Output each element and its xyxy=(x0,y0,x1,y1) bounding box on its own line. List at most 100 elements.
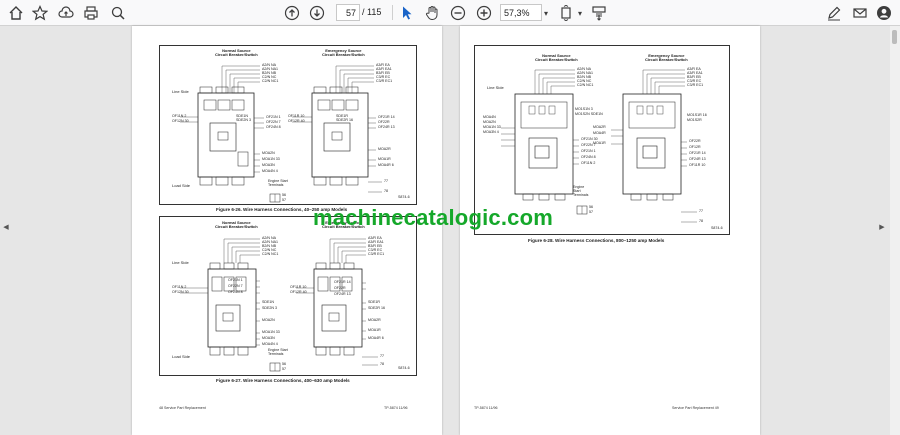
engine-start-terminals-label: Engine Start Terminals xyxy=(573,185,589,197)
page-footer-right: TP-5874 11/96 xyxy=(384,406,408,410)
wire-label: OF24R 13 xyxy=(378,125,395,129)
wire-label: OF24R 13 xyxy=(689,157,706,161)
wire-label: SDE2N 3 xyxy=(236,118,251,122)
wire-label: MOA2N xyxy=(262,151,275,155)
engine-start-terminals-label: Engine Start Terminals xyxy=(268,179,288,187)
page-total: / 115 xyxy=(362,7,382,17)
wire-label: OF11R 10 xyxy=(689,163,706,167)
wire-label: OF24N 8 xyxy=(266,125,281,129)
wire-label: MOA1R xyxy=(593,141,606,145)
upload-cloud-icon[interactable] xyxy=(56,3,76,23)
wire-label: MOA3N xyxy=(262,163,275,167)
wire-label: MOA1N 33 xyxy=(262,330,280,334)
wire-label: MOA1R xyxy=(378,157,391,161)
wire-label: MOA2N xyxy=(262,318,275,322)
wire-label: OF21R 14 xyxy=(689,151,706,155)
wire-label: C2/N NC1 xyxy=(577,83,594,87)
wire-label: SDE1N xyxy=(262,300,274,304)
zoom-dropdown-chevron-icon[interactable]: ▾ xyxy=(541,3,551,23)
zoom-out-icon[interactable] xyxy=(448,3,468,23)
wire-label: C3/R EC1 xyxy=(687,83,704,87)
terminal-number: 57 xyxy=(282,198,286,202)
line-side-label: Line Side xyxy=(487,85,504,90)
wire-label: C3/R EC1 xyxy=(368,252,385,256)
wire-label: MOA4N 4 xyxy=(262,169,278,173)
scrollbar-thumb[interactable] xyxy=(892,30,897,44)
wire-label: SDE2R 16 xyxy=(368,306,385,310)
figure-6-27-diagram: Normal Source Circuit Breaker/Switch Eme… xyxy=(159,216,417,376)
engine-start-terminals-label: Engine Start Terminals xyxy=(268,348,288,356)
wire-label: MOA1R xyxy=(368,328,381,332)
load-side-label: Load Side xyxy=(172,183,191,188)
vertical-scrollbar[interactable] xyxy=(890,26,900,435)
terminal-number: 77 xyxy=(384,179,388,183)
sign-pen-icon[interactable] xyxy=(824,3,844,23)
search-zoom-icon[interactable] xyxy=(108,3,128,23)
page-footer-left: 48 Service Part Replacement xyxy=(159,406,206,410)
load-side-label: Load Side xyxy=(172,354,191,359)
wire-label: MOA1N 33 xyxy=(262,157,280,161)
select-cursor-icon[interactable] xyxy=(397,3,417,23)
wire-label: MOA2R xyxy=(368,318,381,322)
fit-page-icon[interactable] xyxy=(556,3,576,23)
page-down-icon[interactable] xyxy=(307,3,327,23)
email-icon[interactable] xyxy=(850,3,870,23)
figure-code: S874-6 xyxy=(711,226,723,230)
wire-label: SDE2R 16 xyxy=(336,118,353,122)
wire-label: MOA2R xyxy=(593,125,606,129)
hand-tool-icon[interactable] xyxy=(422,3,442,23)
wire-label: MOA4N 4 xyxy=(262,342,278,346)
print-icon[interactable] xyxy=(81,3,101,23)
normal-source-title: Normal Source Circuit Breaker/Switch xyxy=(215,220,258,230)
wire-label: OF22N 7 xyxy=(228,284,243,288)
bookmark-star-icon[interactable] xyxy=(30,3,50,23)
zoom-in-icon[interactable] xyxy=(474,3,494,23)
wire-label: C2/N NC1 xyxy=(262,79,279,83)
wire-label: MOA3N 4 xyxy=(483,130,499,134)
normal-source-title: Normal Source Circuit Breaker/Switch xyxy=(535,53,578,63)
page-number-input[interactable]: 57 xyxy=(336,4,360,21)
wire-label: MO1S2N SDE1N xyxy=(575,112,603,116)
terminal-number: 57 xyxy=(282,367,286,371)
zoom-level-input[interactable]: 57,3% xyxy=(500,4,542,21)
emergency-source-title: Emergency Source Circuit Breaker/Switch xyxy=(645,53,688,63)
wire-label: MOA4R 6 xyxy=(378,163,394,167)
wire-label: MO1S2R xyxy=(687,118,702,122)
home-icon[interactable] xyxy=(6,3,26,23)
account-avatar-icon[interactable] xyxy=(874,3,894,23)
normal-source-title: Normal Source Circuit Breaker/Switch xyxy=(215,48,258,58)
wire-label: SDE1R xyxy=(368,300,380,304)
wire-label: OF24R 13 xyxy=(334,292,351,296)
wire-label: OF21N 1 xyxy=(581,149,596,153)
wire-label: C2/N NC1 xyxy=(262,252,279,256)
wire-label: C3/R EC1 xyxy=(376,79,393,83)
wire-label: OF12N 30 xyxy=(172,290,189,294)
terminal-number: 77 xyxy=(699,209,703,213)
figure-code: S874-6 xyxy=(398,195,410,199)
wire-label: OF22R xyxy=(689,139,701,143)
wire-label: OF24N 8 xyxy=(581,155,596,159)
figure-code: S874-6 xyxy=(398,366,410,370)
wire-label: OF12R xyxy=(689,145,701,149)
wire-label: OF22R xyxy=(334,286,346,290)
figure-6-26-diagram: Normal Source Circuit Breaker/Switch Eme… xyxy=(159,45,417,205)
wire-label: MOA4R xyxy=(593,131,606,135)
watermark-text: machinecatalogic.com xyxy=(313,205,553,230)
terminal-number: 78 xyxy=(699,219,703,223)
terminal-number: 57 xyxy=(589,210,593,214)
terminal-number: 78 xyxy=(384,189,388,193)
figure-6-27-caption: Figure 6-27. Wire Harness Connections, 4… xyxy=(216,378,350,383)
wire-label: OF21N 1 xyxy=(228,278,243,282)
fit-dropdown-chevron-icon[interactable]: ▾ xyxy=(575,3,585,23)
wire-label: OF12N 30 xyxy=(172,119,189,123)
wire-label: OF12R 40 xyxy=(290,290,307,294)
next-page-arrow-icon[interactable]: ▶ xyxy=(878,222,886,232)
previous-page-arrow-icon[interactable]: ◀ xyxy=(2,222,10,232)
wire-label: SDE2N 3 xyxy=(262,306,277,310)
line-side-label: Line Side xyxy=(172,89,189,94)
wire-label: OF12R 40 xyxy=(288,119,305,123)
page-up-icon[interactable] xyxy=(282,3,302,23)
wire-label: OF21R 14 xyxy=(334,280,351,284)
terminal-number: 78 xyxy=(380,362,384,366)
scroll-mode-icon[interactable] xyxy=(589,3,609,23)
